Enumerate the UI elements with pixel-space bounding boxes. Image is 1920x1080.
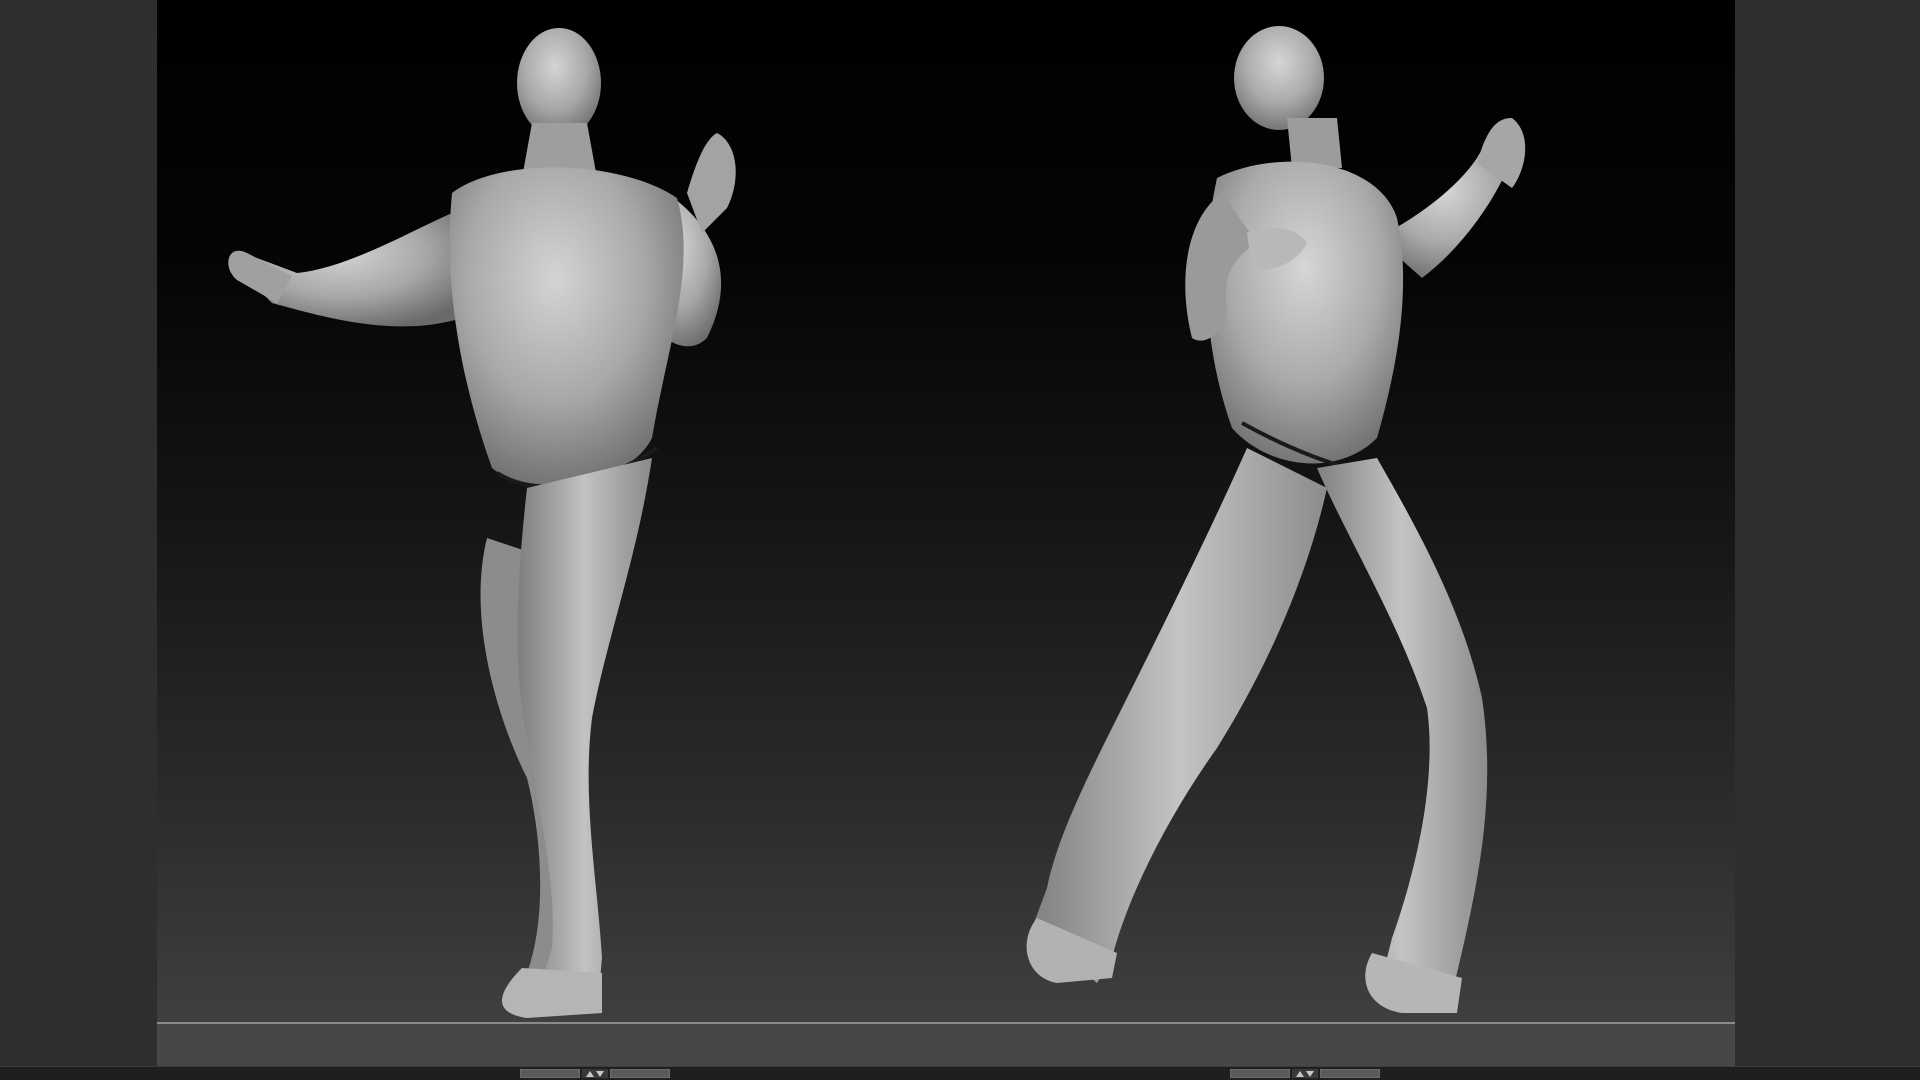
figure-front-view[interactable] (197, 18, 837, 1018)
right-stepper-track[interactable] (1230, 1069, 1290, 1078)
arrow-up-icon[interactable] (586, 1070, 594, 1077)
sculpt-app-window (0, 0, 1920, 1080)
figure-side-view[interactable] (1017, 18, 1637, 1018)
arrow-down-icon[interactable] (596, 1070, 604, 1077)
right-frame-stepper[interactable] (1230, 1069, 1380, 1078)
male-sculpt-side-icon (1026, 26, 1526, 1013)
left-frame-stepper[interactable] (520, 1069, 670, 1078)
left-stepper-track-2[interactable] (610, 1069, 670, 1078)
male-sculpt-front-icon (228, 28, 736, 1018)
bottom-status-bar (0, 1066, 1920, 1080)
up-down-arrows-icon[interactable] (1292, 1069, 1318, 1078)
right-stepper-track-2[interactable] (1320, 1069, 1380, 1078)
up-down-arrows-icon[interactable] (582, 1069, 608, 1078)
right-tool-panel (1735, 0, 1920, 1066)
3d-viewport-canvas[interactable] (157, 0, 1735, 1066)
left-tool-panel (0, 0, 157, 1066)
floor-strip (157, 1024, 1735, 1066)
arrow-down-icon[interactable] (1306, 1070, 1314, 1077)
arrow-up-icon[interactable] (1296, 1070, 1304, 1077)
left-stepper-track[interactable] (520, 1069, 580, 1078)
